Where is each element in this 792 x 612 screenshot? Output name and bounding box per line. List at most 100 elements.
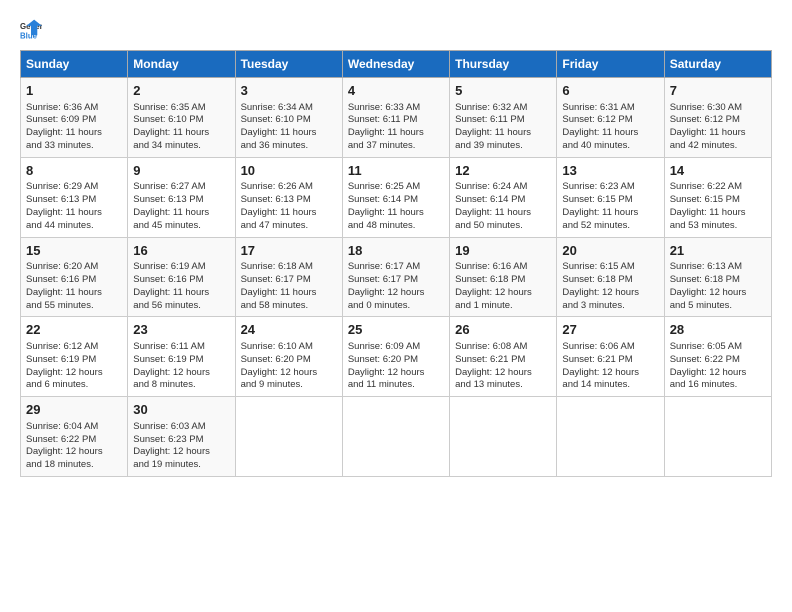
day-info: Sunset: 6:15 PM [562,194,658,207]
calendar-cell: 2Sunrise: 6:35 AMSunset: 6:10 PMDaylight… [128,78,235,158]
day-info: Daylight: 11 hours [241,207,337,220]
day-info: Sunrise: 6:30 AM [670,102,766,115]
day-number: 4 [348,82,444,100]
day-number: 10 [241,162,337,180]
day-number: 16 [133,242,229,260]
day-info: Daylight: 11 hours [348,127,444,140]
day-info: Sunrise: 6:32 AM [455,102,551,115]
day-info: and 40 minutes. [562,140,658,153]
week-row-2: 8Sunrise: 6:29 AMSunset: 6:13 PMDaylight… [21,157,772,237]
day-info: Daylight: 11 hours [670,127,766,140]
day-info: Sunset: 6:09 PM [26,114,122,127]
day-number: 25 [348,321,444,339]
calendar-cell: 1Sunrise: 6:36 AMSunset: 6:09 PMDaylight… [21,78,128,158]
day-info: and 45 minutes. [133,220,229,233]
day-info: Sunset: 6:14 PM [455,194,551,207]
day-info: Sunset: 6:19 PM [26,354,122,367]
day-number: 12 [455,162,551,180]
calendar-cell: 21Sunrise: 6:13 AMSunset: 6:18 PMDayligh… [664,237,771,317]
calendar-cell: 16Sunrise: 6:19 AMSunset: 6:16 PMDayligh… [128,237,235,317]
day-number: 30 [133,401,229,419]
day-info: and 34 minutes. [133,140,229,153]
day-info: Sunrise: 6:34 AM [241,102,337,115]
day-number: 15 [26,242,122,260]
week-row-1: 1 Sunrise: 6:36 AMSunset: 6:09 PM Daylight… [21,78,772,158]
day-number: 8 [26,162,122,180]
day-info: Daylight: 11 hours [562,207,658,220]
day-info: and 6 minutes. [26,379,122,392]
day-info: Sunset: 6:21 PM [455,354,551,367]
day-number: 22 [26,321,122,339]
day-number: 5 [455,82,551,100]
day-info: Sunset: 6:23 PM [133,434,229,447]
week-row-3: 15Sunrise: 6:20 AMSunset: 6:16 PMDayligh… [21,237,772,317]
calendar-cell [235,397,342,477]
day-info: Daylight: 12 hours [455,287,551,300]
calendar-table: SundayMondayTuesdayWednesdayThursdayFrid… [20,50,772,477]
header-cell-wednesday: Wednesday [342,51,449,78]
day-info: and 48 minutes. [348,220,444,233]
day-info: Sunrise: 6:27 AM [133,181,229,194]
day-number: 11 [348,162,444,180]
calendar-cell: 29Sunrise: 6:04 AMSunset: 6:22 PMDayligh… [21,397,128,477]
day-info: Daylight: 11 hours [562,127,658,140]
day-info: Daylight: 12 hours [670,367,766,380]
day-info: Sunrise: 6:10 AM [241,341,337,354]
calendar-cell: 30Sunrise: 6:03 AMSunset: 6:23 PMDayligh… [128,397,235,477]
calendar-cell: 6Sunrise: 6:31 AMSunset: 6:12 PMDaylight… [557,78,664,158]
day-info: Sunrise: 6:31 AM [562,102,658,115]
day-info: Daylight: 12 hours [133,446,229,459]
day-info: and 1 minute. [455,300,551,313]
calendar-cell: 17Sunrise: 6:18 AMSunset: 6:17 PMDayligh… [235,237,342,317]
day-number: 7 [670,82,766,100]
day-info: and 39 minutes. [455,140,551,153]
day-info: Sunset: 6:11 PM [455,114,551,127]
page-container: General Blue SundayMondayTuesdayWednesda… [0,0,792,487]
day-info: Daylight: 11 hours [133,127,229,140]
day-info: Sunrise: 6:25 AM [348,181,444,194]
calendar-cell: 7Sunrise: 6:30 AMSunset: 6:12 PMDaylight… [664,78,771,158]
day-info: Sunrise: 6:35 AM [133,102,229,115]
day-number: 24 [241,321,337,339]
day-info: Daylight: 11 hours [241,127,337,140]
day-info: Sunrise: 6:15 AM [562,261,658,274]
day-info: Sunset: 6:14 PM [348,194,444,207]
day-number: 29 [26,401,122,419]
calendar-cell: 20Sunrise: 6:15 AMSunset: 6:18 PMDayligh… [557,237,664,317]
day-info: Sunrise: 6:23 AM [562,181,658,194]
calendar-cell [450,397,557,477]
day-info: Sunrise: 6:04 AM [26,421,122,434]
day-info: Sunset: 6:22 PM [670,354,766,367]
day-info: Daylight: 11 hours [348,207,444,220]
calendar-cell: 5 Sunrise: 6:32 AMSunset: 6:11 PMDaylight… [450,78,557,158]
day-info: Daylight: 12 hours [133,367,229,380]
calendar-cell: 25Sunrise: 6:09 AMSunset: 6:20 PMDayligh… [342,317,449,397]
day-info: Sunrise: 6:36 AM [26,102,122,115]
calendar-cell: 12Sunrise: 6:24 AMSunset: 6:14 PMDayligh… [450,157,557,237]
calendar-cell [557,397,664,477]
day-info: and 11 minutes. [348,379,444,392]
calendar-cell: 13Sunrise: 6:23 AMSunset: 6:15 PMDayligh… [557,157,664,237]
calendar-cell: 27Sunrise: 6:06 AMSunset: 6:21 PMDayligh… [557,317,664,397]
day-number: 14 [670,162,766,180]
week-row-4: 22Sunrise: 6:12 AMSunset: 6:19 PMDayligh… [21,317,772,397]
day-info: Sunrise: 6:18 AM [241,261,337,274]
day-info: Daylight: 11 hours [455,127,551,140]
day-info: Sunset: 6:13 PM [241,194,337,207]
day-number: 27 [562,321,658,339]
day-info: Sunrise: 6:08 AM [455,341,551,354]
day-number: 13 [562,162,658,180]
day-number: 1 [26,82,122,100]
header-cell-tuesday: Tuesday [235,51,342,78]
calendar-cell: 10Sunrise: 6:26 AMSunset: 6:13 PMDayligh… [235,157,342,237]
day-number: 18 [348,242,444,260]
day-info: and 0 minutes. [348,300,444,313]
day-number: 19 [455,242,551,260]
day-info: Sunset: 6:10 PM [133,114,229,127]
day-number: 21 [670,242,766,260]
calendar-cell: 11Sunrise: 6:25 AMSunset: 6:14 PMDayligh… [342,157,449,237]
day-info: Daylight: 12 hours [241,367,337,380]
calendar-cell: 26Sunrise: 6:08 AMSunset: 6:21 PMDayligh… [450,317,557,397]
day-info: and 33 minutes. [26,140,122,153]
calendar-cell [342,397,449,477]
